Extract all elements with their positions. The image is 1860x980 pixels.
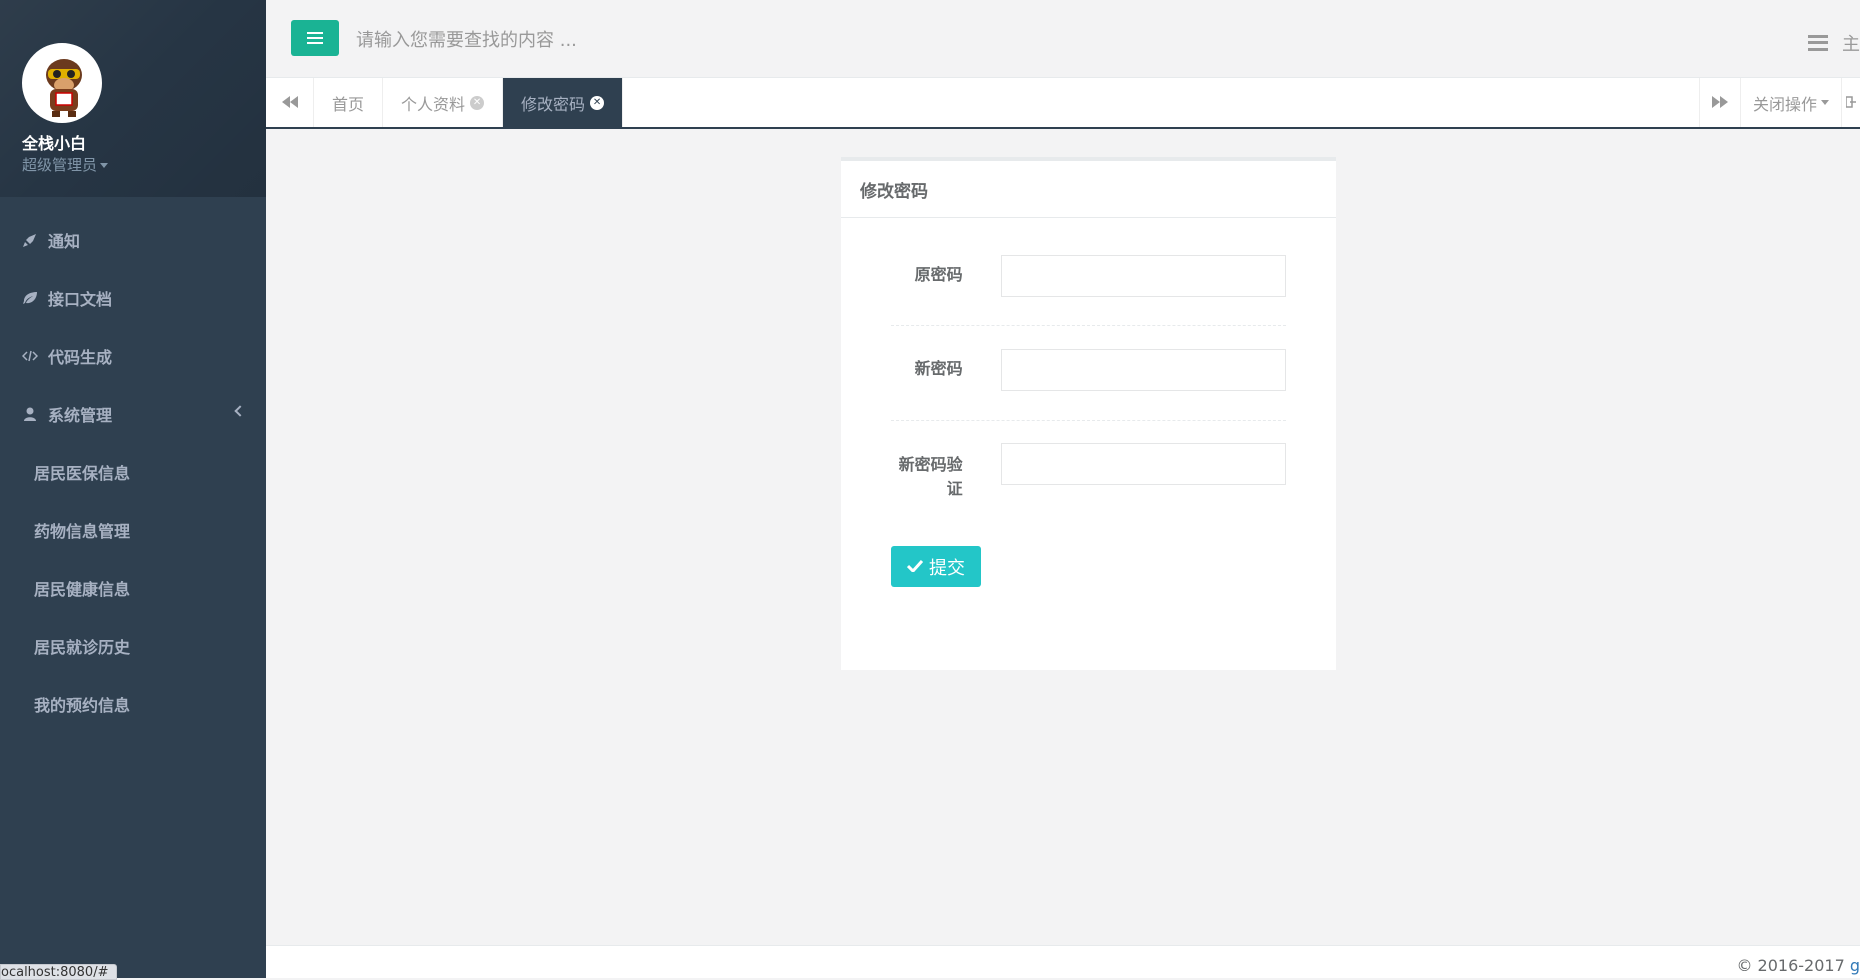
change-password-panel: 修改密码 原密码 新密码 新密码验证 提交 xyxy=(841,157,1336,670)
sidebar-item-notice[interactable]: 通知 xyxy=(0,211,266,269)
confirm-password-row: 新密码验证 xyxy=(891,443,1286,501)
sidebar-item-label: 接口文档 xyxy=(48,290,113,309)
tab-label: 修改密码 xyxy=(521,94,586,114)
sidebar-item-label: 居民医保信息 xyxy=(34,464,131,483)
tab-label: 首页 xyxy=(332,94,365,114)
caret-down-icon xyxy=(100,163,109,168)
old-password-row: 原密码 xyxy=(891,255,1286,297)
sidebar-item-system[interactable]: 系统管理 xyxy=(0,385,266,443)
sidebar-item-label: 我的预约信息 xyxy=(34,696,131,715)
theme-menu[interactable]: 主 xyxy=(1808,30,1860,56)
user-name: 全栈小白 xyxy=(22,134,87,153)
sidebar-item-label: 系统管理 xyxy=(48,406,113,425)
check-icon xyxy=(906,556,924,577)
user-icon xyxy=(22,406,38,422)
confirm-password-label: 新密码验证 xyxy=(898,455,963,498)
submit-label: 提交 xyxy=(929,557,965,579)
tab-home[interactable]: 首页 xyxy=(314,78,384,127)
copyright-link[interactable]: g xyxy=(1850,956,1860,975)
close-circle-icon[interactable]: ✕ xyxy=(470,95,485,110)
main-content: 修改密码 原密码 新密码 新密码验证 提交 xyxy=(266,131,1860,945)
top-navbar: 主 xyxy=(266,0,1860,78)
caret-down-icon xyxy=(1821,100,1829,105)
list-icon xyxy=(1808,35,1828,51)
new-password-field[interactable] xyxy=(1000,349,1286,391)
sidebar-subitem[interactable]: 我的预约信息 xyxy=(0,675,266,733)
rocket-icon xyxy=(22,232,38,248)
sidebar-item-label: 居民就诊历史 xyxy=(34,638,131,657)
panel-title: 修改密码 xyxy=(841,161,1336,218)
tabs: 首页 个人资料 ✕ 修改密码 ✕ xyxy=(314,78,624,127)
divider xyxy=(891,420,1286,421)
sidebar-subitem[interactable]: 居民就诊历史 xyxy=(0,617,266,675)
sidebar-subitem[interactable]: 居民医保信息 xyxy=(0,443,266,501)
confirm-password-field[interactable] xyxy=(1000,443,1286,485)
tab-change-password[interactable]: 修改密码 ✕ xyxy=(503,78,624,127)
sidebar-subitem[interactable]: 药物信息管理 xyxy=(0,501,266,559)
menu-toggle-button[interactable] xyxy=(291,20,339,56)
sidebar-item-label: 药物信息管理 xyxy=(34,522,131,541)
profile-section: 全栈小白 超级管理员 xyxy=(0,0,266,197)
divider xyxy=(891,325,1286,326)
tab-label: 个人资料 xyxy=(401,94,466,114)
leaf-icon xyxy=(22,290,38,306)
tab-bar: 首页 个人资料 ✕ 修改密码 ✕ 关闭操作 xyxy=(266,78,1860,129)
tab-scroll-left-button[interactable] xyxy=(266,78,314,127)
tab-actions: 关闭操作 xyxy=(1698,78,1860,127)
backward-icon xyxy=(281,93,298,112)
forward-icon xyxy=(1711,93,1728,112)
sidebar-item-codegen[interactable]: 代码生成 xyxy=(0,327,266,385)
sign-out-icon xyxy=(1845,93,1856,112)
new-password-label: 新密码 xyxy=(914,359,963,378)
close-operations-label: 关闭操作 xyxy=(1752,94,1817,114)
search-input[interactable] xyxy=(356,22,956,58)
avatar[interactable] xyxy=(22,43,102,123)
copyright-years: © 2016-2017 xyxy=(1736,956,1850,975)
sidebar-nav: 通知 接口文档 代码生成 系统管理 居民医保信息 药物信息管理 居民健康信息 居… xyxy=(0,211,266,733)
sidebar: 全栈小白 超级管理员 通知 接口文档 代码生成 系统管理 居民医保信息 药物信息… xyxy=(0,0,266,978)
theme-menu-label: 主 xyxy=(1842,34,1860,55)
sidebar-item-label: 通知 xyxy=(48,232,81,251)
sidebar-item-label: 居民健康信息 xyxy=(34,580,131,599)
chevron-left-icon xyxy=(234,405,246,417)
footer: © 2016-2017 g xyxy=(266,945,1860,978)
copyright-text: © 2016-2017 g xyxy=(1736,956,1860,975)
user-role-dropdown[interactable]: 超级管理员 xyxy=(22,154,109,175)
sidebar-subitem[interactable]: 居民健康信息 xyxy=(0,559,266,617)
tab-scroll-right-button[interactable] xyxy=(1698,78,1740,127)
close-operations-dropdown[interactable]: 关闭操作 xyxy=(1739,78,1841,127)
sidebar-item-label: 代码生成 xyxy=(48,348,113,367)
logout-button[interactable] xyxy=(1841,78,1860,127)
old-password-label: 原密码 xyxy=(914,265,963,284)
submit-button[interactable]: 提交 xyxy=(891,546,981,587)
old-password-field[interactable] xyxy=(1000,255,1286,297)
close-circle-icon[interactable]: ✕ xyxy=(590,95,605,110)
sidebar-item-api-docs[interactable]: 接口文档 xyxy=(0,269,266,327)
user-role-label: 超级管理员 xyxy=(22,156,98,174)
new-password-row: 新密码 xyxy=(891,349,1286,391)
hamburger-icon xyxy=(307,32,323,44)
code-icon xyxy=(22,348,38,364)
tab-profile[interactable]: 个人资料 ✕ xyxy=(383,78,504,127)
